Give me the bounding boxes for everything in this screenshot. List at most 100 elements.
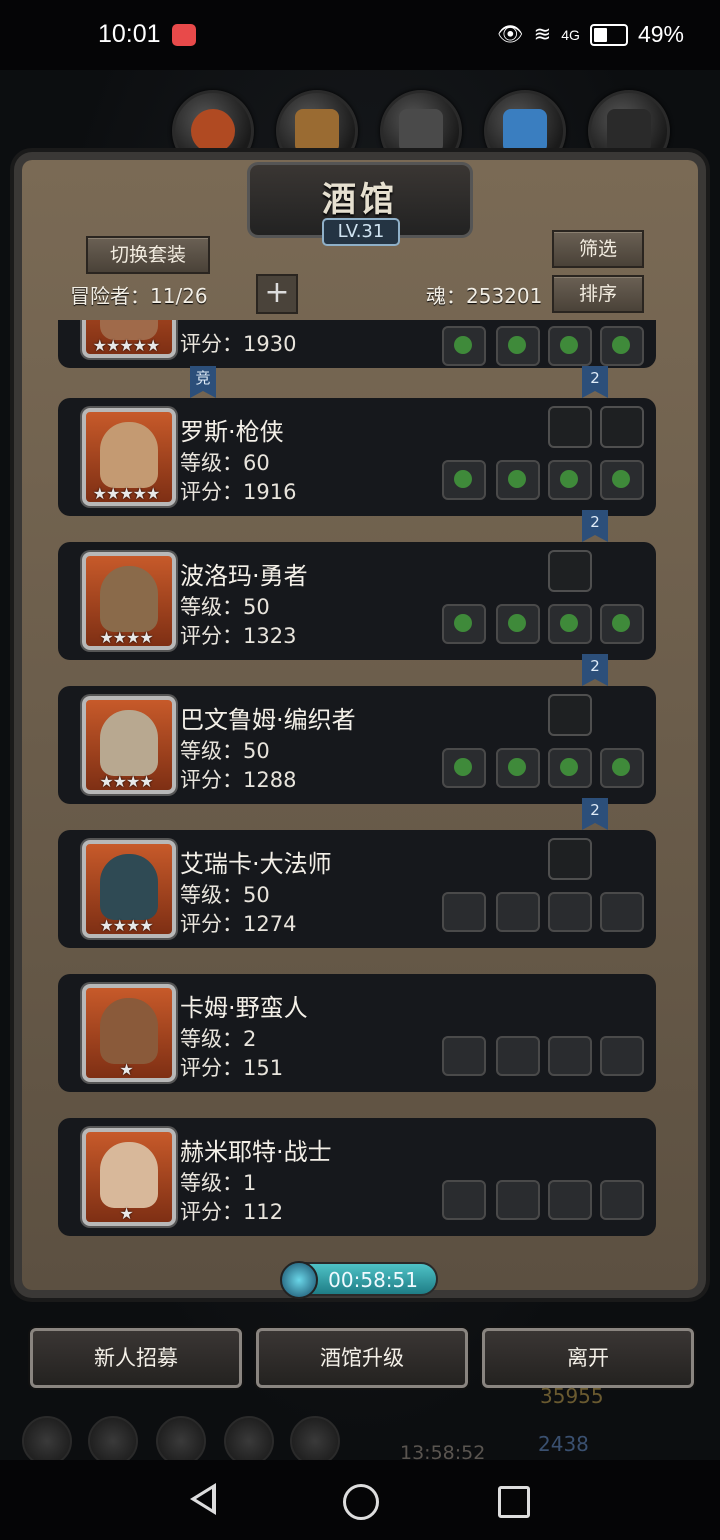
settings-icon[interactable]: [290, 1416, 340, 1466]
weapon-slot[interactable]: [442, 326, 486, 366]
armor-slot[interactable]: [496, 1036, 540, 1076]
battery-level: 49%: [637, 21, 684, 47]
eye-icon: 👁: [496, 22, 524, 46]
armor-slot[interactable]: [496, 326, 540, 366]
rune-slot[interactable]: [548, 550, 592, 592]
weapon-slot[interactable]: [442, 1036, 486, 1076]
add-slot-button[interactable]: +: [256, 274, 298, 314]
ring-slot[interactable]: [548, 604, 592, 644]
ring-slot[interactable]: [548, 892, 592, 932]
battery-icon: [589, 23, 628, 46]
home-icon[interactable]: [343, 1484, 379, 1520]
ring-slot[interactable]: [600, 1180, 644, 1220]
sort-button[interactable]: 排序: [552, 275, 644, 313]
hero-name: 罗斯·枪侠: [180, 418, 284, 446]
hero-name: 巴文鲁姆·编织者: [180, 706, 356, 734]
page-title: 酒馆: [322, 180, 398, 220]
rune-slot[interactable]: [548, 838, 592, 880]
weapon-slot[interactable]: [442, 604, 486, 644]
hero-stars: ★★★★: [99, 772, 153, 791]
status-bar: 10:01 👁 ≋ 4G 49%: [0, 0, 720, 70]
soul-count: 魂：253201: [426, 284, 543, 308]
hero-stars: ★★★★★: [92, 336, 161, 355]
hero-level: 等级：60: [180, 451, 270, 475]
hero-name: 卡姆·野蛮人: [180, 994, 308, 1022]
ring-slot[interactable]: [548, 1180, 592, 1220]
rank-ribbon: 2: [582, 366, 608, 398]
hero-stars: ★: [119, 1060, 133, 1079]
hero-score: 评分：151: [180, 1056, 284, 1080]
ring-slot[interactable]: [600, 892, 644, 932]
hero-level: 等级：50: [180, 595, 270, 619]
mail-icon[interactable]: [224, 1416, 274, 1466]
armor-slot[interactable]: [496, 604, 540, 644]
rune-slot[interactable]: [548, 694, 592, 736]
hero-level: 等级：1: [180, 1171, 257, 1195]
hero-card[interactable]: ★★★★ 波洛玛·勇者 等级：50 评分：1323: [58, 542, 656, 660]
huawei-app-icon: [172, 24, 196, 46]
gold-amount: 35955: [540, 1384, 604, 1408]
armor-slot[interactable]: [496, 892, 540, 932]
shield-icon[interactable]: [88, 1416, 138, 1466]
weapon-slot[interactable]: [442, 1180, 486, 1220]
hero-score: 评分：1323: [180, 624, 297, 648]
hero-score: 评分：1916: [180, 480, 297, 504]
hero-level: 等级：2: [180, 1027, 257, 1051]
hero-card[interactable]: ★ 赫米耶特·战士 等级：1 评分：112: [58, 1118, 656, 1236]
hero-stars: ★★★★: [99, 628, 153, 647]
ring-slot[interactable]: [548, 1036, 592, 1076]
rank-ribbon: 2: [582, 798, 608, 830]
status-time: 10:01: [98, 20, 161, 48]
hero-level: 等级：50: [180, 883, 270, 907]
armor-slot[interactable]: [496, 748, 540, 788]
wifi-icon: ≋: [533, 23, 552, 46]
rank-ribbon: 2: [582, 510, 608, 542]
hero-card[interactable]: ★★★★★ 罗斯·枪侠 等级：60 评分：1916: [58, 398, 656, 516]
ring-slot[interactable]: [600, 326, 644, 366]
hero-level: 等级：50: [180, 739, 270, 763]
hero-stars: ★: [119, 1204, 133, 1223]
ring-slot[interactable]: [600, 460, 644, 500]
signal-icon: 4G: [561, 26, 580, 43]
hero-score: 评分：1274: [180, 912, 297, 936]
status-right: 👁 ≋ 4G 49%: [497, 21, 684, 48]
armor-slot[interactable]: [496, 1180, 540, 1220]
rune-slot[interactable]: [548, 406, 592, 448]
ring-slot[interactable]: [600, 1036, 644, 1076]
clock-icon: [280, 1261, 318, 1299]
leave-button[interactable]: 离开: [482, 1328, 694, 1388]
ring-slot[interactable]: [600, 748, 644, 788]
hero-score: 评分：112: [180, 1200, 284, 1224]
adventurer-count: 冒险者：11/26: [70, 284, 208, 308]
rank-ribbon: 2: [582, 654, 608, 686]
armor-slot[interactable]: [496, 460, 540, 500]
hero-card[interactable]: ★ 卡姆·野蛮人 等级：2 评分：151: [58, 974, 656, 1092]
upgrade-tavern-button[interactable]: 酒馆升级: [256, 1328, 468, 1388]
recent-apps-icon[interactable]: [498, 1486, 530, 1518]
weapon-slot[interactable]: [442, 460, 486, 500]
switch-outfit-button[interactable]: 切换套装: [86, 236, 210, 274]
ring-slot[interactable]: [548, 460, 592, 500]
hero-list[interactable]: ★★★★★ 评分：1930 竞 2 ★★★★★ 罗斯·枪侠 等级：60 评分：1…: [52, 320, 662, 1245]
recruit-button[interactable]: 新人招募: [30, 1328, 242, 1388]
gear-icon[interactable]: [22, 1416, 72, 1466]
ring-slot[interactable]: [548, 748, 592, 788]
hero-stars: ★★★★: [99, 916, 153, 935]
weapon-slot[interactable]: [442, 892, 486, 932]
hero-name: 赫米耶特·战士: [180, 1138, 332, 1166]
hero-stars: ★★★★★: [92, 484, 161, 503]
arena-badge: 竞: [190, 366, 216, 398]
ring-slot[interactable]: [600, 604, 644, 644]
hero-card[interactable]: ★★★★★ 评分：1930: [58, 320, 656, 368]
hero-name: 艾瑞卡·大法师: [180, 850, 332, 878]
gem-amount: 2438: [538, 1432, 589, 1456]
map-icon[interactable]: [156, 1416, 206, 1466]
tavern-level-badge: LV.31: [322, 218, 400, 246]
weapon-slot[interactable]: [442, 748, 486, 788]
filter-button[interactable]: 筛选: [552, 230, 644, 268]
hero-card[interactable]: ★★★★ 巴文鲁姆·编织者 等级：50 评分：1288: [58, 686, 656, 804]
ring-slot[interactable]: [548, 326, 592, 366]
hero-card[interactable]: ★★★★ 艾瑞卡·大法师 等级：50 评分：1274: [58, 830, 656, 948]
rune-slot[interactable]: [600, 406, 644, 448]
hero-name: 波洛玛·勇者: [180, 562, 308, 590]
